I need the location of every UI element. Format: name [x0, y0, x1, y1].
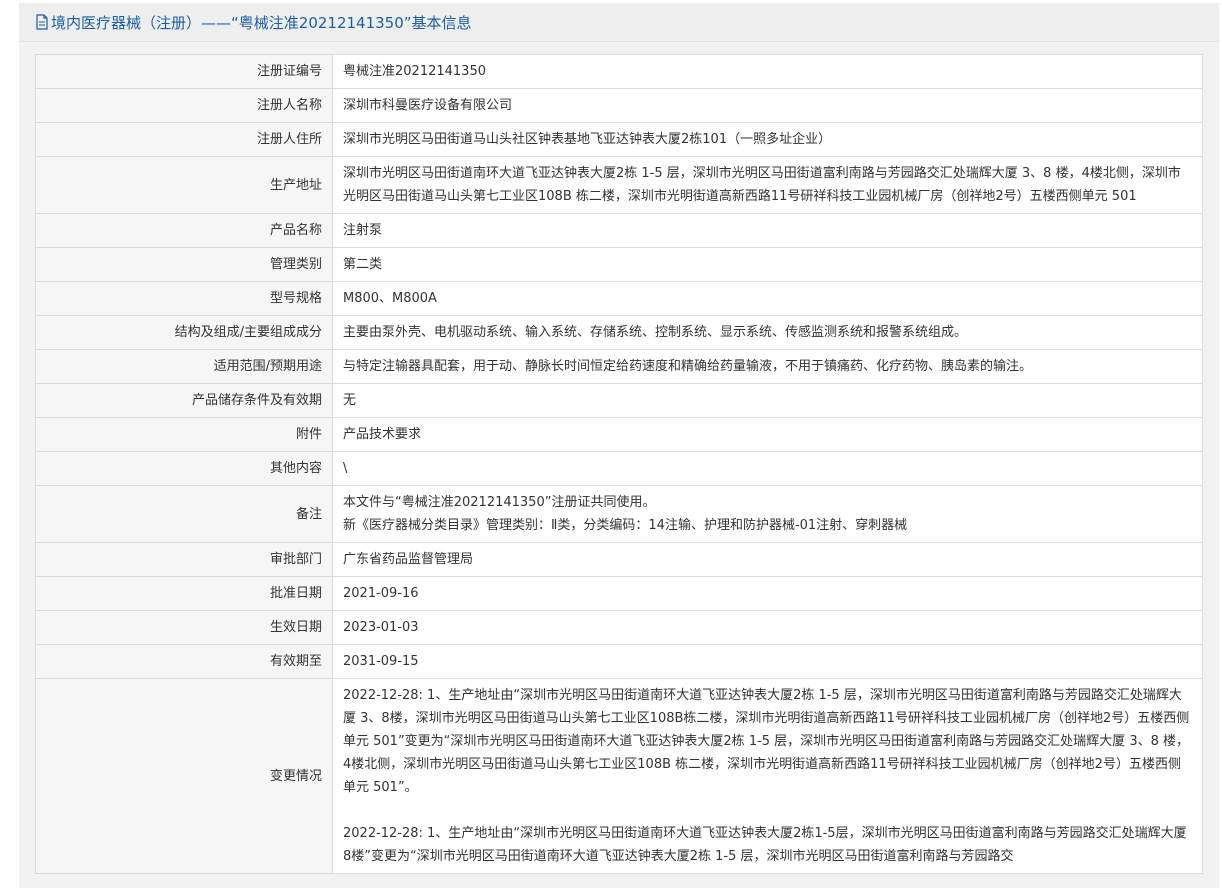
field-label: 适用范围/预期用途 — [35, 349, 333, 384]
field-label: 注册人住所 — [35, 122, 333, 157]
field-value: 深圳市光明区马田街道南环大道飞亚达钟表大厦2栋 1-5 层，深圳市光明区马田街道… — [332, 156, 1203, 214]
field-label: 生产地址 — [35, 156, 333, 214]
table-row: 注册证编号 粤械注准20212141350 — [35, 54, 1203, 89]
field-label: 产品名称 — [35, 213, 333, 248]
panel-header: 境内医疗器械（注册）——“粤械注准20212141350”基本信息 — [19, 3, 1219, 42]
field-value: 深圳市光明区马田街道马山头社区钟表基地飞亚达钟表大厦2栋101（一照多址企业） — [332, 122, 1203, 157]
field-label: 生效日期 — [35, 610, 333, 645]
field-value: 广东省药品监督管理局 — [332, 542, 1203, 577]
field-label: 批准日期 — [35, 576, 333, 611]
table-row: 注册人住所 深圳市光明区马田街道马山头社区钟表基地飞亚达钟表大厦2栋101（一照多… — [35, 122, 1203, 157]
field-label: 备注 — [35, 485, 333, 543]
field-label: 附件 — [35, 417, 333, 452]
table-row: 产品名称 注射泵 — [35, 213, 1203, 248]
field-value: 本文件与“粤械注准20212141350”注册证共同使用。新《医疗器械分类目录》… — [332, 485, 1203, 543]
table-row: 产品储存条件及有效期无 — [35, 383, 1203, 418]
field-value: \ — [332, 451, 1203, 486]
field-value: 第二类 — [332, 247, 1203, 282]
field-label: 审批部门 — [35, 542, 333, 577]
table-row: 结构及组成/主要组成成分 主要由泵外壳、电机驱动系统、输入系统、存储系统、控制系统… — [35, 315, 1203, 350]
table-row: 附件 产品技术要求 — [35, 417, 1203, 452]
table-row: 注册人名称 深圳市科曼医疗设备有限公司 — [35, 88, 1203, 123]
table-row: 生产地址 深圳市光明区马田街道南环大道飞亚达钟表大厦2栋 1-5 层，深圳市光明区… — [35, 156, 1203, 214]
table-row: 审批部门 广东省药品监督管理局 — [35, 542, 1203, 577]
table-row: 管理类别 第二类 — [35, 247, 1203, 282]
table-row-changes: 变更情况 2022-12-28: 1、生产地址由“深圳市光明区马田街道南环大道飞亚… — [35, 678, 1203, 874]
table-row: 备注 本文件与“粤械注准20212141350”注册证共同使用。新《医疗器械分类目… — [35, 485, 1203, 543]
info-table: 注册证编号 粤械注准20212141350 注册人名称 深圳市科曼医疗设备有限公司 注册… — [35, 54, 1203, 874]
table-row: 生效日期 2023-01-03 — [35, 610, 1203, 645]
field-label: 其他内容 — [35, 451, 333, 486]
field-value: 与特定注输器具配套，用于动、静脉长时间恒定给药速度和精确给药量输液，不用于镇痛药… — [332, 349, 1203, 384]
field-value: 注射泵 — [332, 213, 1203, 248]
field-value: M800、M800A — [332, 281, 1203, 316]
table-row: 批准日期 2021-09-16 — [35, 576, 1203, 611]
table-row: 有效期至 2031-09-15 — [35, 644, 1203, 679]
field-value-line: 本文件与“粤械注准20212141350”注册证共同使用。 — [343, 495, 656, 510]
field-value: 2021-09-16 — [332, 576, 1203, 611]
change-entry: 2022-12-28: 1、生产地址由“深圳市光明区马田街道南环大道飞亚达钟表大… — [343, 826, 1187, 864]
field-value: 主要由泵外壳、电机驱动系统、输入系统、存储系统、控制系统、显示系统、传感监测系统… — [332, 315, 1203, 350]
document-icon — [36, 14, 48, 30]
field-label: 产品储存条件及有效期 — [35, 383, 333, 418]
field-value: 深圳市科曼医疗设备有限公司 — [332, 88, 1203, 123]
change-entry: 2022-12-28: 1、生产地址由“深圳市光明区马田街道南环大道飞亚达钟表大… — [343, 688, 1190, 795]
table-row: 其他内容 \ — [35, 451, 1203, 486]
table-row: 型号规格 M800、M800A — [35, 281, 1203, 316]
field-label: 注册人名称 — [35, 88, 333, 123]
field-value: 无 — [332, 383, 1203, 418]
field-label: 型号规格 — [35, 281, 333, 316]
field-label: 管理类别 — [35, 247, 333, 282]
field-value: 产品技术要求 — [332, 417, 1203, 452]
table-row: 适用范围/预期用途 与特定注输器具配套，用于动、静脉长时间恒定给药速度和精确给药量… — [35, 349, 1203, 384]
field-label: 注册证编号 — [35, 54, 333, 89]
field-label: 变更情况 — [35, 678, 333, 874]
field-label: 有效期至 — [35, 644, 333, 679]
detail-panel: 境内医疗器械（注册）——“粤械注准20212141350”基本信息 注册证编号粤… — [19, 3, 1219, 888]
field-value-line: 新《医疗器械分类目录》管理类别：Ⅱ类，分类编码：14注输、护理和防护器械-01注… — [343, 518, 908, 533]
page-title: 境内医疗器械（注册）——“粤械注准20212141350”基本信息 — [51, 13, 472, 32]
field-value: 2031-09-15 — [332, 644, 1203, 679]
field-label: 结构及组成/主要组成成分 — [35, 315, 333, 350]
field-value: 粤械注准20212141350 — [332, 54, 1203, 89]
field-value: 2023-01-03 — [332, 610, 1203, 645]
change-history: 2022-12-28: 1、生产地址由“深圳市光明区马田街道南环大道飞亚达钟表大… — [332, 678, 1203, 874]
